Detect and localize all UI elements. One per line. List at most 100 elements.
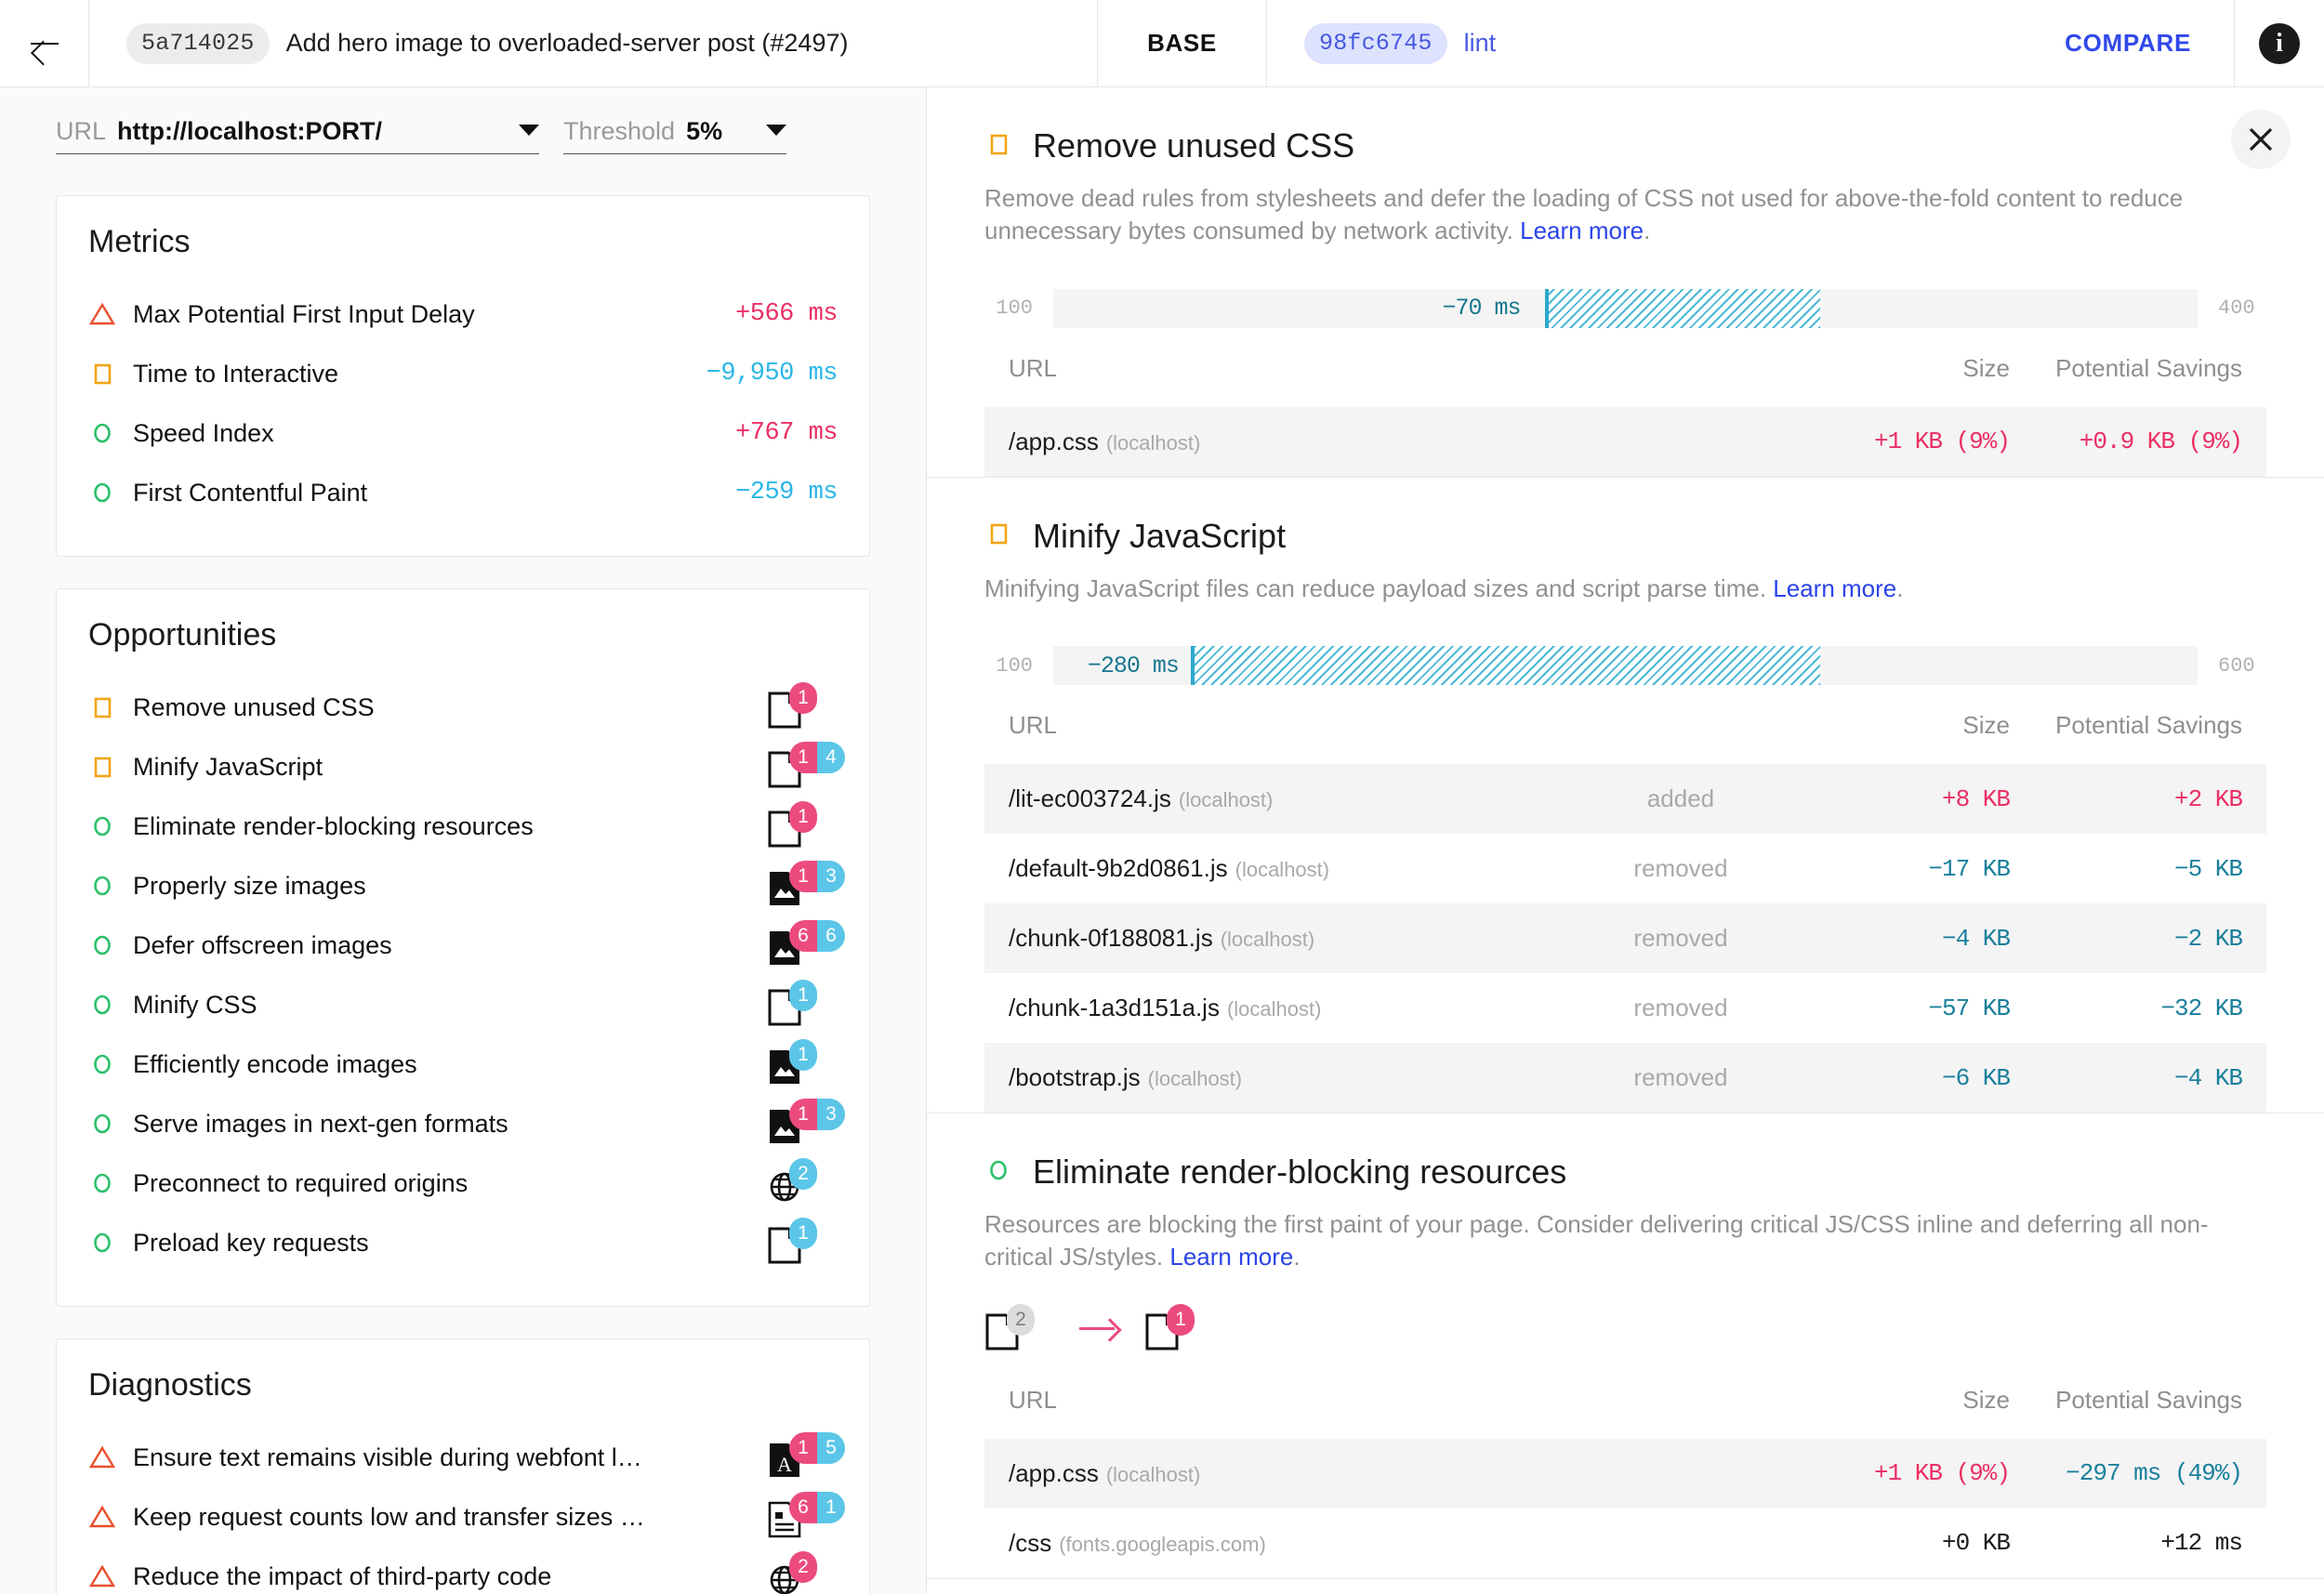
status-icon (88, 1169, 133, 1197)
cell-size: +0 KB (1941, 1529, 2011, 1558)
change-badge: 1 (789, 801, 817, 833)
removed-count: 1 (817, 1492, 845, 1523)
metric-row[interactable]: Time to Interactive −9,950 ms (88, 344, 838, 403)
chart-value-label: −280 ms (1087, 652, 1180, 679)
cell-url: /chunk-1a3d151a.js (localhost) (1009, 994, 1322, 1022)
audit-label: Minify JavaScript (133, 752, 324, 781)
opportunity-row[interactable]: Preconnect to required origins 2 (88, 1153, 838, 1213)
header-state (1560, 702, 1802, 764)
badge-group: 1 (726, 801, 838, 850)
metric-row[interactable]: First Contentful Paint −259 ms (88, 463, 838, 522)
detail-section: Minify JavaScript Minifying JavaScript f… (927, 478, 2324, 1114)
axis-min-label: 100 (996, 296, 1033, 321)
badge-group: 13 (726, 1099, 845, 1147)
info-button[interactable]: i (2235, 0, 2324, 86)
audit-label: Ensure text remains visible during webfo… (133, 1443, 642, 1471)
branch-link[interactable]: lint (1464, 29, 1497, 58)
threshold-label: Threshold (563, 117, 676, 145)
cell-state: added (1560, 764, 1802, 835)
chevron-down-icon (519, 125, 539, 136)
opportunity-row[interactable]: Minify JavaScript 14 (88, 737, 845, 797)
removed-count: 5 (817, 1432, 845, 1464)
metric-row[interactable]: Speed Index +767 ms (88, 403, 838, 463)
badge-group: 66 (726, 920, 845, 968)
status-icon (88, 479, 133, 507)
status-icon (88, 991, 133, 1019)
opportunity-row[interactable]: Preload key requests 1 (88, 1213, 838, 1272)
diagnostics-title: Diagnostics (88, 1367, 252, 1403)
opportunity-row[interactable]: Defer offscreen images 66 (88, 916, 845, 975)
header-size: Size (1962, 353, 2010, 382)
change-badge: 1 (789, 980, 817, 1011)
table-row[interactable]: /chunk-0f188081.js (localhost) removed −4… (984, 903, 2266, 974)
cell-savings: −4 KB (2034, 1043, 2266, 1113)
svg-text:A: A (777, 1453, 792, 1476)
status-icon (88, 753, 133, 781)
opportunity-row[interactable]: Efficiently encode images 1 (88, 1034, 838, 1094)
resource-table: URL Size Potential Savings /lit-ec003724… (984, 702, 2266, 1113)
removed-count: 4 (817, 742, 845, 773)
table-row[interactable]: /app.css (localhost) +1 KB (9%) −297 ms (… (984, 1438, 2266, 1508)
chevron-down-icon (766, 125, 786, 136)
table-row[interactable]: /default-9b2d0861.js (localhost) removed … (984, 834, 2266, 903)
savings-chart: 100 −280 ms 600 (984, 646, 2266, 686)
diagnostic-row[interactable]: Ensure text remains visible during webfo… (88, 1428, 845, 1487)
audit-label: Preload key requests (133, 1228, 369, 1257)
cell-url: /chunk-0f188081.js (localhost) (984, 903, 1560, 974)
table-row[interactable]: /lit-ec003724.js (localhost) added +8 KB … (984, 764, 2266, 835)
audit-label: Preconnect to required origins (133, 1168, 469, 1197)
opportunity-row[interactable]: Remove unused CSS 1 (88, 678, 838, 737)
chart-track: −70 ms (1053, 288, 2198, 328)
diagnostic-row[interactable]: Keep request counts low and transfer siz… (88, 1487, 845, 1547)
status-icon (88, 1503, 133, 1531)
diagnostic-row[interactable]: Reduce the impact of third-party code 2 (88, 1547, 838, 1594)
table-row[interactable]: /css (fonts.googleapis.com) +0 KB +12 ms (984, 1508, 2266, 1578)
status-icon (88, 1050, 133, 1078)
close-icon (2249, 127, 2273, 151)
arrow-right-icon (1079, 1317, 1120, 1341)
change-badge: 15 (789, 1432, 845, 1464)
savings-chart: 100 −70 ms 400 (984, 288, 2266, 328)
change-badge: 13 (789, 1099, 845, 1130)
opportunity-row[interactable]: Properly size images 13 (88, 856, 845, 916)
cell-size: +8 KB (1802, 764, 2034, 835)
base-sha-chip[interactable]: 5a714025 (126, 22, 270, 64)
cell-host: (localhost) (1220, 928, 1315, 952)
opportunity-row[interactable]: Eliminate render-blocking resources 1 (88, 797, 838, 856)
resource-table: URL Size Potential Savings /app.css (loca… (984, 345, 2266, 477)
circle-pass-icon (94, 1113, 111, 1134)
badge-group: 14 (726, 742, 845, 790)
info-icon: i (2259, 22, 2300, 64)
opportunity-row[interactable]: Minify CSS 1 (88, 975, 838, 1034)
compare-button[interactable]: COMPARE (2022, 0, 2235, 86)
url-select[interactable]: URL http://localhost:PORT/ (56, 117, 539, 154)
learn-more-link[interactable]: Learn more (1773, 574, 1896, 602)
status-icon (984, 1156, 1012, 1189)
metric-row[interactable]: Max Potential First Input Delay +566 ms (88, 284, 838, 344)
close-button[interactable] (2231, 110, 2291, 169)
badge-group: 2 (726, 1551, 838, 1594)
metric-label: Max Potential First Input Delay (133, 299, 475, 328)
cell-savings: +2 KB (2034, 764, 2266, 835)
table-row[interactable]: /app.css (localhost) +1 KB (9%) +0.9 KB (… (984, 406, 2266, 477)
compare-sha-chip[interactable]: 98fc6745 (1304, 22, 1447, 64)
opportunity-row[interactable]: Serve images in next-gen formats 13 (88, 1094, 845, 1153)
badge-group: 1 (726, 1218, 838, 1266)
badge-group: A 15 (726, 1432, 845, 1481)
table-row[interactable]: /bootstrap.js (localhost) removed −6 KB −… (984, 1043, 2266, 1113)
url-label: URL (56, 117, 107, 145)
audit-label: Reduce the impact of third-party code (133, 1561, 552, 1590)
square-warning-icon (94, 697, 112, 718)
opportunities-card: Opportunities Remove unused CSS 1 Minify… (56, 588, 870, 1307)
back-button[interactable] (0, 0, 89, 86)
learn-more-link[interactable]: Learn more (1520, 217, 1644, 244)
status-icon (88, 812, 133, 840)
triangle-alert-icon (88, 1445, 116, 1469)
audit-label: Remove unused CSS (133, 692, 375, 721)
status-icon (88, 1443, 133, 1471)
section-header: Remove unused CSS (984, 126, 2266, 165)
cell-url: /default-9b2d0861.js (localhost) (1009, 854, 1330, 883)
table-row[interactable]: /chunk-1a3d151a.js (localhost) removed −5… (984, 973, 2266, 1043)
learn-more-link[interactable]: Learn more (1169, 1243, 1293, 1271)
threshold-select[interactable]: Threshold 5% (563, 117, 786, 154)
